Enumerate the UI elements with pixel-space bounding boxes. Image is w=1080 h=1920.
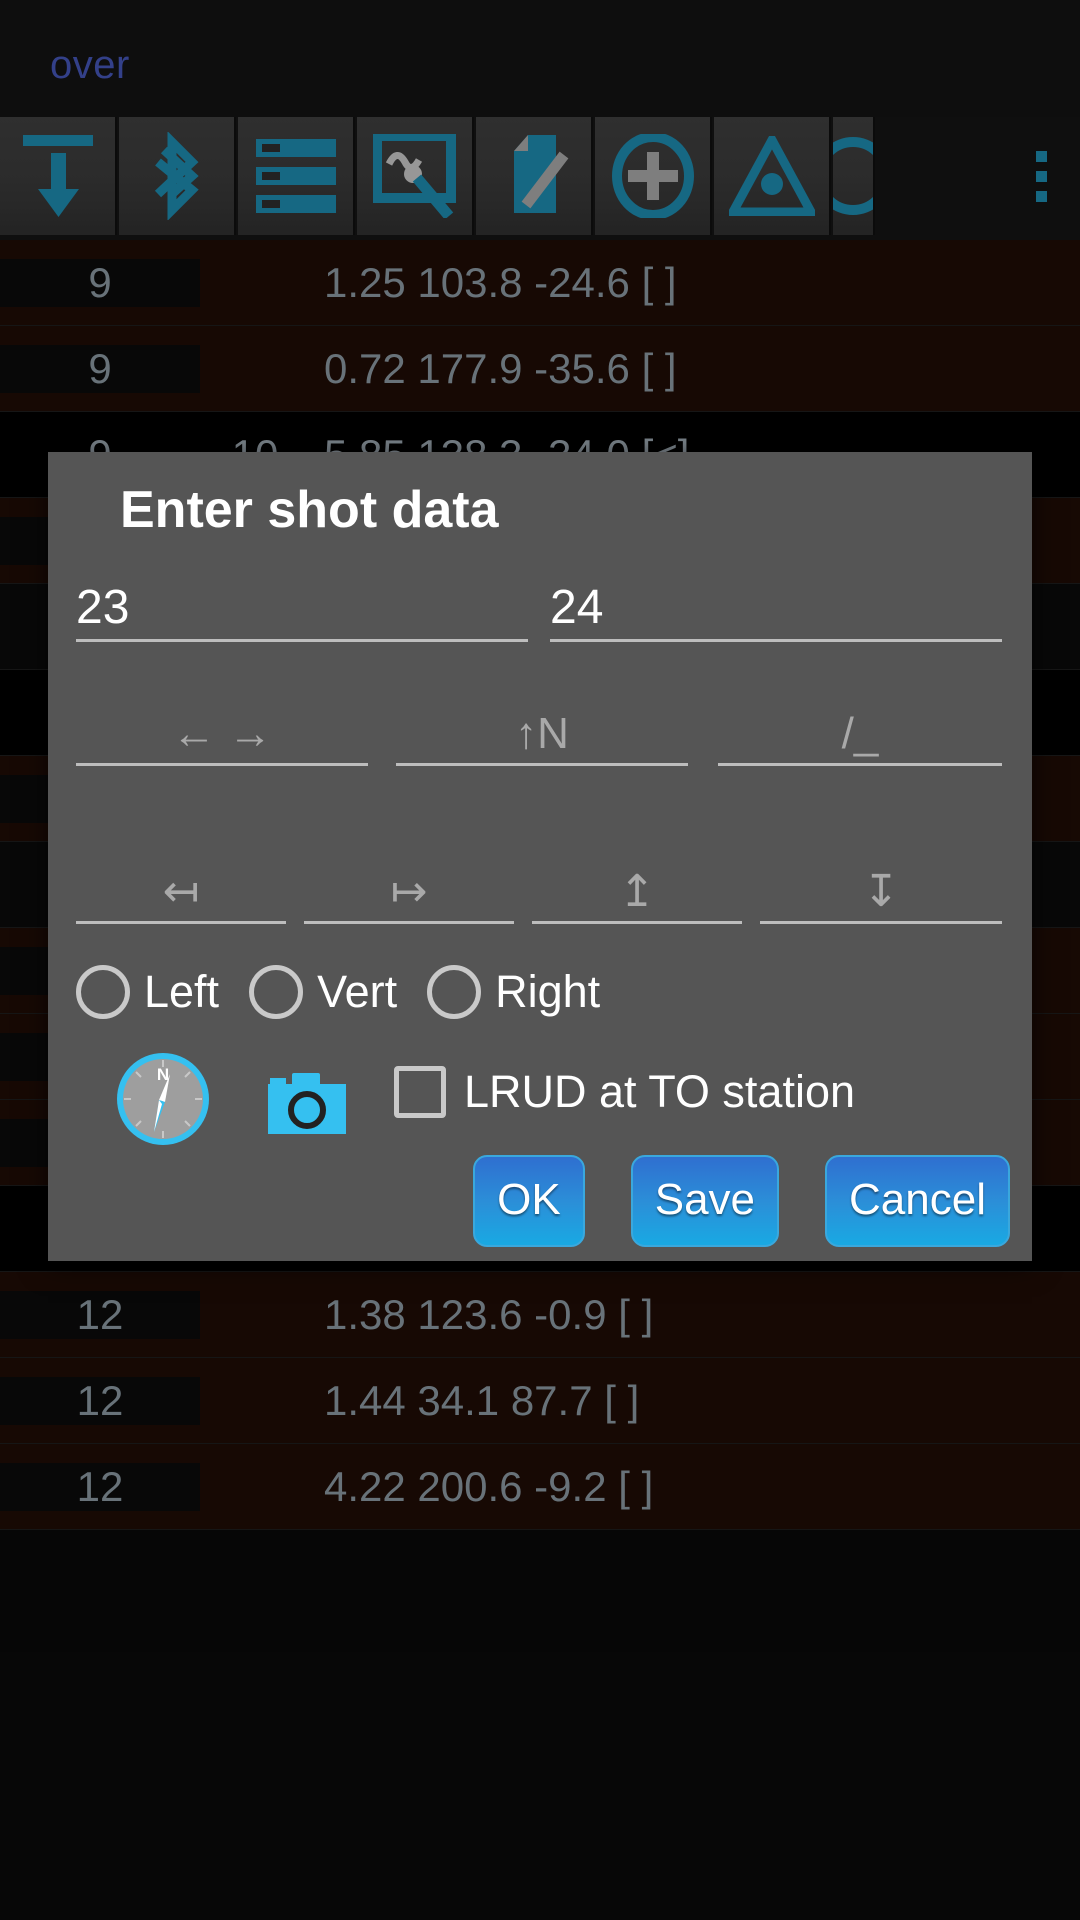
save-button[interactable]: Save (630, 1155, 780, 1247)
app-screen: over 9 1.25 103.8 -24.6 [] 9 0.72 177.9… (0, 0, 1080, 1920)
radio-knob-icon (249, 965, 304, 1019)
lrud-left-field[interactable]: ↤ (76, 838, 286, 924)
lrud-down-placeholder: ↧ (862, 866, 900, 916)
to-station-field[interactable]: 24 (550, 556, 1002, 642)
splay-direction-radio-group: Left Vert Right (76, 952, 996, 1032)
distance-field[interactable]: ← → (76, 680, 368, 766)
radio-knob-icon (76, 965, 130, 1019)
to-station-value: 24 (550, 580, 604, 634)
lrud-up-field[interactable]: ↥ (532, 838, 742, 924)
svg-text:N: N (157, 1065, 169, 1084)
radio-vert-label: Vert (317, 966, 398, 1017)
bearing-field[interactable]: ↑N (396, 680, 688, 766)
radio-knob-icon (427, 965, 482, 1019)
camera-icon (266, 1073, 348, 1140)
camera-button[interactable] (266, 1070, 348, 1136)
radio-left-label: Left (144, 966, 220, 1017)
radio-right-label: Right (495, 966, 601, 1017)
clino-placeholder: /_ (841, 708, 879, 758)
lrud-up-placeholder: ↥ (618, 866, 656, 916)
dialog-button-row: OK Save Cancel (473, 1155, 1010, 1247)
checkbox-icon (394, 1066, 446, 1118)
dialog-options-row: N LRUD at TO station (76, 1050, 1006, 1160)
cancel-button[interactable]: Cancel (825, 1155, 1010, 1247)
bearing-placeholder: ↑N (515, 708, 569, 758)
lrud-right-placeholder: ↦ (390, 866, 428, 916)
compass-button[interactable]: N (114, 1050, 212, 1148)
dialog-title: Enter shot data (120, 481, 499, 539)
radio-left[interactable]: Left (76, 965, 219, 1019)
lrud-at-to-station-checkbox[interactable]: LRUD at TO station (394, 1066, 855, 1118)
compass-icon: N (114, 1053, 212, 1152)
clino-field[interactable]: /_ (718, 680, 1002, 766)
radio-vert[interactable]: Vert (249, 965, 397, 1019)
from-station-field[interactable]: 23 (76, 556, 528, 642)
lrud-at-to-station-label: LRUD at TO station (464, 1066, 856, 1117)
enter-shot-data-dialog: Enter shot data 23 24 ← → ↑N /_ ↤ ↦ ↥ ↧ (48, 452, 1032, 1261)
lrud-right-field[interactable]: ↦ (304, 838, 514, 924)
lrud-left-placeholder: ↤ (162, 866, 200, 916)
lrud-down-field[interactable]: ↧ (760, 838, 1002, 924)
from-station-value: 23 (76, 580, 130, 634)
distance-placeholder: ← → (171, 708, 273, 758)
ok-button[interactable]: OK (473, 1155, 585, 1247)
radio-right[interactable]: Right (427, 965, 600, 1019)
